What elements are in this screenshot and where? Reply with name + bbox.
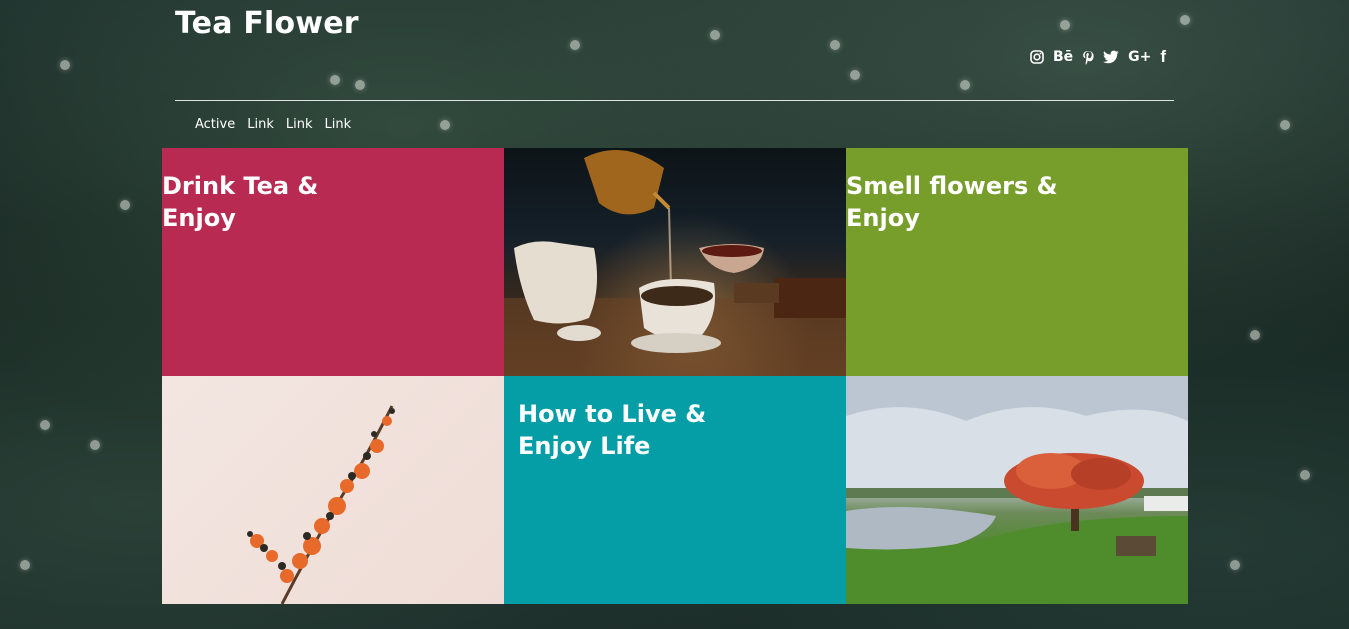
tile-title: Drink Tea & Enjoy — [162, 172, 319, 232]
main-nav: Active Link Link Link — [195, 117, 351, 132]
nav-item-link-2[interactable]: Link — [286, 117, 313, 132]
tile-title: How to Live & Enjoy Life — [518, 400, 707, 460]
tea-pouring-photo[interactable] — [504, 148, 846, 376]
flower-photo-art — [247, 405, 395, 604]
nav-item-link-1[interactable]: Link — [247, 117, 274, 132]
tile-smell-flowers[interactable]: Smell flowers & Enjoy — [846, 148, 1188, 376]
park-photo-art — [846, 376, 1188, 604]
header-divider — [175, 100, 1174, 101]
tile-grid: Drink Tea & Enjoy Smell flowers & Enjoy — [162, 148, 1188, 604]
google-plus-icon[interactable]: G+ — [1128, 48, 1151, 66]
social-links: Bē G+ f — [1030, 48, 1166, 66]
tile-how-to-live[interactable]: How to Live & Enjoy Life — [504, 376, 846, 604]
park-tree-photo[interactable] — [846, 376, 1188, 604]
twitter-icon[interactable] — [1103, 50, 1119, 64]
tea-photo-art — [504, 150, 846, 376]
tile-title: Smell flowers & Enjoy — [846, 172, 1058, 232]
pinterest-icon[interactable] — [1082, 50, 1094, 65]
site-title[interactable]: Tea Flower — [175, 6, 359, 41]
nav-item-active[interactable]: Active — [195, 117, 235, 132]
tile-drink-tea[interactable]: Drink Tea & Enjoy — [162, 148, 504, 376]
facebook-icon[interactable]: f — [1160, 48, 1166, 66]
instagram-icon[interactable] — [1030, 50, 1044, 64]
nav-item-link-3[interactable]: Link — [324, 117, 351, 132]
flower-branch-photo[interactable] — [162, 376, 504, 604]
behance-icon[interactable]: Bē — [1053, 48, 1073, 66]
